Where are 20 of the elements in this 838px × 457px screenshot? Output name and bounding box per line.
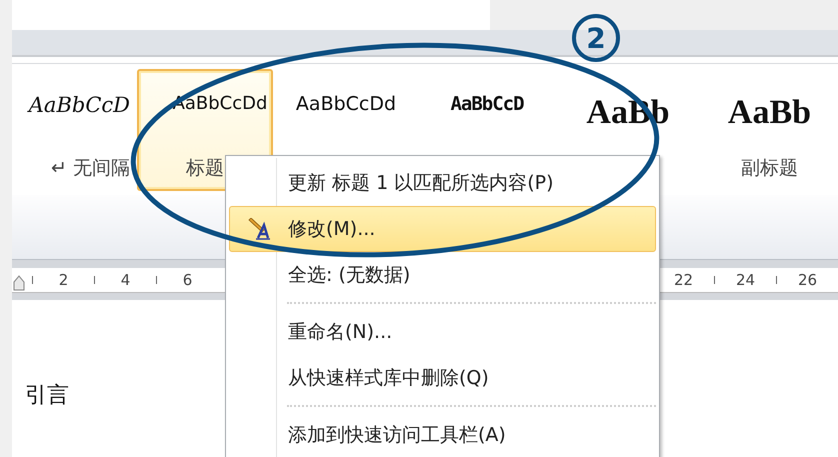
style-item[interactable]: AaBbCcD ↵ 无间隔: [12, 69, 132, 191]
style-preview: AaBbCcD: [28, 93, 130, 118]
menu-item[interactable]: 全选: (无数据): [229, 252, 656, 298]
style-name: 副标题: [741, 156, 798, 181]
document-text: 引言: [25, 383, 69, 408]
ruler-number: 24: [736, 270, 756, 288]
style-name: ↵ 无间隔: [51, 156, 130, 181]
ruler-number: 26: [798, 270, 818, 288]
ruler-number: 6: [182, 270, 192, 288]
ruler-number: 2: [58, 270, 68, 288]
style-preview: AaBb: [728, 93, 812, 133]
ruler-number: 4: [120, 270, 130, 288]
menu-item[interactable]: 添加到快速访问工具栏(A): [229, 412, 656, 457]
menu-item[interactable]: 重命名(N)...: [229, 309, 656, 355]
style-name: 标题: [186, 156, 224, 181]
style-item[interactable]: AaBb 副标题: [701, 69, 838, 191]
step-badge: 2: [572, 14, 620, 62]
menu-item[interactable]: 从快速样式库中删除(Q): [229, 355, 656, 401]
menu-item[interactable]: 修改(M)...: [229, 206, 656, 252]
ruler-number: 22: [674, 270, 694, 288]
